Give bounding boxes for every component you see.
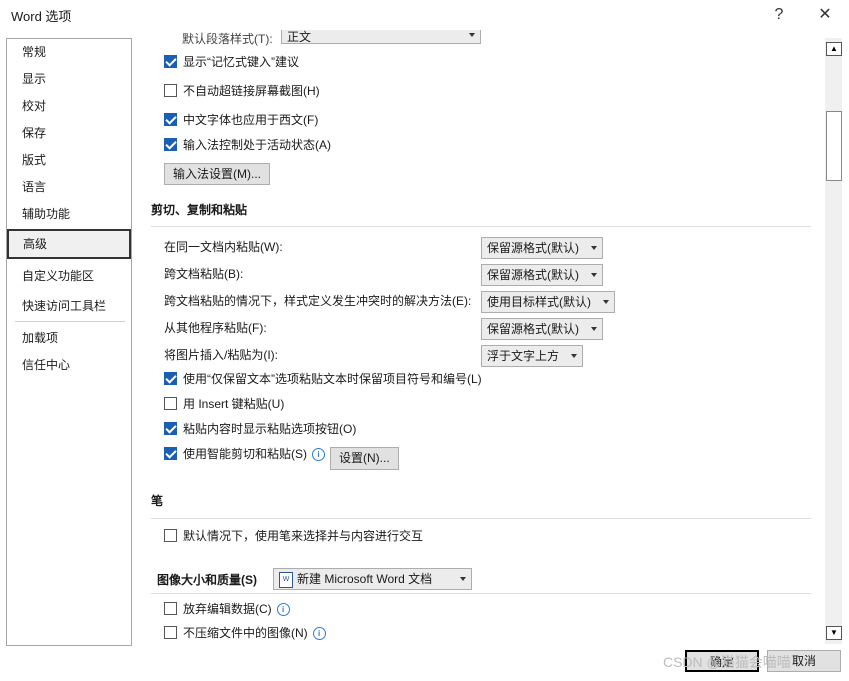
info-icon[interactable]: i [312, 627, 326, 641]
no-auto-hyperlink-checkbox[interactable] [164, 84, 177, 98]
no-compress-label: 不压缩文件中的图像(N) [183, 626, 308, 640]
keep-bullets-checkbox[interactable] [164, 372, 177, 386]
section-divider [151, 593, 811, 594]
show-autocomplete-checkbox[interactable] [164, 55, 177, 69]
sidebar-item-general[interactable]: 常规 [8, 41, 130, 63]
section-divider [151, 226, 811, 227]
keep-bullets-label: 使用“仅保留文本”选项粘贴文本时保留项目符号和编号(L) [183, 372, 482, 386]
options-content: 默认段落样式(T): 正文 显示“记忆式键入”建议 不自动超链接屏幕截图(H) … [136, 30, 824, 644]
ime-control-checkbox[interactable] [164, 138, 177, 152]
chinese-font-western-option[interactable]: 中文字体也应用于西文(F) [164, 111, 318, 129]
smart-cut-paste-label: 使用智能剪切和粘贴(S) [183, 447, 307, 461]
insert-picture-as-select[interactable]: 浮于文字上方 [481, 345, 583, 367]
smart-cut-paste-option[interactable]: 使用智能剪切和粘贴(S) i [164, 445, 325, 463]
section-pen: 笔 [151, 494, 164, 508]
chevron-down-icon [591, 273, 597, 277]
sidebar-item-display[interactable]: 显示 [8, 68, 130, 90]
image-quality-document-select[interactable]: W 新建 Microsoft Word 文档 [273, 568, 472, 590]
sidebar-item-layout[interactable]: 版式 [8, 149, 130, 171]
discard-edit-data-option[interactable]: 放弃编辑数据(C) i [164, 600, 290, 618]
title-bar: Word 选项 ? ✕ [0, 0, 849, 30]
insert-key-paste-checkbox[interactable] [164, 397, 177, 411]
pen-select-option[interactable]: 默认情况下，使用笔来选择并与内容进行交互 [164, 527, 423, 545]
scroll-up-arrow-icon[interactable]: ▲ [826, 42, 842, 56]
paste-same-doc-label: 在同一文档内粘贴(W): [164, 240, 283, 254]
sidebar-item-language[interactable]: 语言 [8, 176, 130, 198]
chevron-down-icon [591, 327, 597, 331]
vertical-scrollbar[interactable]: ▲ ▼ [825, 38, 842, 644]
ime-control-option[interactable]: 输入法控制处于活动状态(A) [164, 136, 331, 154]
paste-other-programs-value: 保留源格式(默认) [487, 322, 579, 336]
sidebar-item-customize-ribbon[interactable]: 自定义功能区 [8, 265, 130, 287]
no-auto-hyperlink-option[interactable]: 不自动超链接屏幕截图(H) [164, 82, 320, 100]
paste-across-docs-select[interactable]: 保留源格式(默认) [481, 264, 603, 286]
section-image-size-quality: 图像大小和质量(S) [157, 573, 257, 587]
insert-picture-as-label: 将图片插入/粘贴为(I): [164, 348, 278, 362]
paste-across-docs-value: 保留源格式(默认) [487, 268, 579, 282]
paste-other-programs-select[interactable]: 保留源格式(默认) [481, 318, 603, 340]
sidebar-item-accessibility[interactable]: 辅助功能 [8, 203, 130, 225]
show-paste-options-option[interactable]: 粘贴内容时显示粘贴选项按钮(O) [164, 420, 356, 438]
close-button[interactable]: ✕ [813, 4, 837, 26]
chevron-down-icon [460, 577, 466, 581]
help-button[interactable]: ? [767, 4, 791, 26]
default-paragraph-style-value: 正文 [287, 30, 312, 44]
paste-across-docs-label: 跨文档粘贴(B): [164, 267, 244, 281]
show-paste-options-checkbox[interactable] [164, 422, 177, 436]
no-compress-option[interactable]: 不压缩文件中的图像(N) i [164, 624, 326, 642]
chevron-down-icon [469, 33, 475, 37]
style-conflict-value: 使用目标样式(默认) [487, 295, 591, 309]
paste-other-programs-label: 从其他程序粘贴(F): [164, 321, 267, 335]
insert-key-paste-option[interactable]: 用 Insert 键粘贴(U) [164, 395, 284, 413]
smart-cut-paste-checkbox[interactable] [164, 447, 177, 461]
sidebar-divider [15, 321, 125, 322]
window-title: Word 选项 [11, 9, 72, 24]
smart-paste-settings-button[interactable]: 设置(N)... [330, 447, 399, 470]
image-quality-document-value: 新建 Microsoft Word 文档 [297, 572, 433, 586]
show-paste-options-label: 粘贴内容时显示粘贴选项按钮(O) [183, 422, 357, 436]
insert-picture-as-value: 浮于文字上方 [487, 349, 560, 363]
watermark: CSDN @猫猫会喵喵 [663, 654, 791, 670]
discard-edit-data-checkbox[interactable] [164, 602, 177, 616]
show-autocomplete-option[interactable]: 显示“记忆式键入”建议 [164, 53, 299, 71]
word-doc-icon: W [279, 571, 293, 588]
scroll-down-arrow-icon[interactable]: ▼ [826, 626, 842, 640]
default-paragraph-style-label: 默认段落样式(T): [182, 32, 273, 46]
sidebar-item-save[interactable]: 保存 [8, 122, 130, 144]
ime-settings-button[interactable]: 输入法设置(M)... [164, 163, 270, 185]
paste-same-doc-value: 保留源格式(默认) [487, 241, 579, 255]
sidebar: 常规 显示 校对 保存 版式 语言 辅助功能 高级 自定义功能区 快速访问工具栏… [6, 38, 132, 646]
sidebar-item-proofing[interactable]: 校对 [8, 95, 130, 117]
sidebar-item-quick-access-toolbar[interactable]: 快速访问工具栏 [8, 295, 130, 317]
info-icon[interactable]: i [312, 448, 325, 462]
sidebar-item-trust-center[interactable]: 信任中心 [8, 354, 130, 376]
show-autocomplete-label: 显示“记忆式键入”建议 [183, 55, 299, 69]
chevron-down-icon [591, 246, 597, 250]
keep-bullets-option[interactable]: 使用“仅保留文本”选项粘贴文本时保留项目符号和编号(L) [164, 370, 482, 388]
chinese-font-western-label: 中文字体也应用于西文(F) [183, 113, 319, 127]
section-cut-copy-paste: 剪切、复制和粘贴 [151, 203, 248, 217]
info-icon[interactable]: i [276, 603, 290, 617]
section-divider [151, 518, 811, 519]
pen-select-checkbox[interactable] [164, 529, 177, 543]
chevron-down-icon [571, 354, 577, 358]
style-conflict-select[interactable]: 使用目标样式(默认) [481, 291, 615, 313]
chevron-down-icon [603, 300, 609, 304]
discard-edit-data-label: 放弃编辑数据(C) [183, 602, 272, 616]
style-conflict-label: 跨文档粘贴的情况下，样式定义发生冲突时的解决方法(E): [164, 294, 472, 308]
ime-control-label: 输入法控制处于活动状态(A) [183, 138, 331, 152]
scrollbar-thumb[interactable] [826, 111, 842, 181]
sidebar-item-advanced[interactable]: 高级 [7, 229, 131, 259]
insert-key-paste-label: 用 Insert 键粘贴(U) [183, 397, 285, 411]
sidebar-item-add-ins[interactable]: 加载项 [8, 327, 130, 349]
paste-same-doc-select[interactable]: 保留源格式(默认) [481, 237, 603, 259]
no-auto-hyperlink-label: 不自动超链接屏幕截图(H) [183, 84, 320, 98]
no-compress-checkbox[interactable] [164, 626, 177, 640]
default-paragraph-style-select[interactable]: 正文 [281, 30, 481, 44]
chinese-font-western-checkbox[interactable] [164, 113, 177, 127]
pen-select-label: 默认情况下，使用笔来选择并与内容进行交互 [183, 529, 424, 543]
